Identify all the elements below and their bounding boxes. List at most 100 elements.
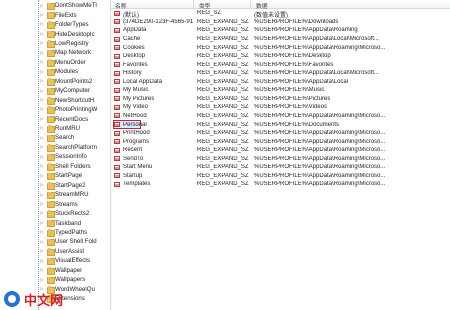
tree-item[interactable]: ▷ MenuOrder	[0, 58, 110, 67]
registry-value-row[interactable]: ab{374DE290-123F-4565-916... REG_EXPAND_S…	[111, 18, 450, 26]
tree-item[interactable]: ▷ SessionInfo	[0, 153, 110, 162]
tree-item[interactable]: ▷ Taskband	[0, 219, 110, 228]
tree-item[interactable]: ▷ FolderTypes	[0, 20, 110, 29]
folder-icon	[47, 68, 55, 77]
value-name: NetHood	[123, 112, 147, 119]
tree-item[interactable]: ▷ HideDesktopIc	[0, 30, 110, 39]
expand-arrow-icon[interactable]: ▷	[40, 98, 44, 102]
expand-arrow-icon[interactable]: ▷	[40, 183, 44, 187]
expand-arrow-icon[interactable]: ▷	[40, 88, 44, 93]
tree-item[interactable]: ▷ PhotoPrintingW	[0, 105, 110, 114]
expand-arrow-icon[interactable]: ▷	[40, 50, 44, 55]
expand-arrow-icon[interactable]: ▷	[40, 41, 44, 45]
registry-value-row[interactable]: ab Recent REG_EXPAND_SZ %USERPROFILE%\AppDa…	[111, 146, 450, 154]
expand-arrow-icon[interactable]: ▷	[40, 201, 44, 206]
expand-arrow-icon[interactable]: ▷	[40, 60, 44, 64]
registry-value-row[interactable]: ab Cookies REG_EXPAND_SZ %USERPROFILE%\AppD…	[111, 44, 450, 52]
registry-value-row[interactable]: ab Startup REG_EXPAND_SZ %USERPROFILE%\AppD…	[111, 172, 450, 180]
value-type: REG_EXPAND_SZ	[197, 181, 249, 188]
tree-item[interactable]: ▷ NewShortcutH	[0, 96, 110, 105]
expand-arrow-icon[interactable]: ▷	[40, 277, 44, 282]
registry-tree-pane[interactable]: ▷ DontShowMeTI ▷ FileExts ▷ FolderTypes ▷ HideD…	[0, 0, 111, 310]
expand-arrow-icon[interactable]: ▷	[40, 258, 44, 263]
expand-arrow-icon[interactable]: ▷	[40, 135, 44, 140]
expand-arrow-icon[interactable]: ▷	[40, 268, 44, 272]
tree-item[interactable]: ▷ RecentDocs	[0, 115, 110, 124]
registry-value-row[interactable]: ab History REG_EXPAND_SZ %USERPROFILE%\AppD…	[111, 69, 450, 77]
registry-value-row[interactable]: ab Personal REG_EXPAND_SZ %USERPROFILE%\Doc…	[111, 120, 450, 129]
value-type: REG_EXPAND_SZ	[197, 53, 249, 60]
tree-item[interactable]: ▷ Streams	[0, 200, 110, 209]
registry-value-row[interactable]: ab (默认) REG_SZ (数值未设置)	[111, 10, 450, 19]
expand-arrow-icon[interactable]: ▷	[40, 192, 44, 197]
value-data: %USERPROFILE%\AppData\Roaming\Microso...	[254, 138, 386, 145]
tree-item[interactable]: ▷ Shell Folders	[0, 162, 110, 171]
folder-icon	[47, 106, 55, 114]
tree-item[interactable]: ▷ Map Network	[0, 49, 110, 58]
value-type: REG_EXPAND_SZ	[197, 172, 249, 179]
value-data: %USERPROFILE%\AppData\Roaming\Microso...	[254, 130, 386, 137]
column-divider[interactable]	[250, 0, 251, 8]
registry-value-row[interactable]: ab Templates REG_EXPAND_SZ %USERPROFILE%\Ap…	[111, 181, 450, 189]
tree-item[interactable]: ▷ StuckRects2	[0, 209, 110, 218]
value-type: REG_EXPAND_SZ	[197, 36, 249, 43]
expand-arrow-icon[interactable]: ▷	[40, 3, 44, 8]
tree-item-label: MenuOrder	[55, 58, 86, 66]
string-value-icon: ab	[114, 27, 120, 33]
registry-value-row[interactable]: ab PrintHood REG_EXPAND_SZ %USERPROFILE%\Ap…	[111, 129, 450, 137]
expand-arrow-icon[interactable]: ▷	[40, 69, 44, 74]
tree-item[interactable]: ▷ Wallpaper	[0, 266, 110, 275]
string-value-icon: ab	[114, 79, 120, 85]
tree-item[interactable]: ▷ StreamMRU	[0, 191, 110, 200]
tree-item[interactable]: ▷ StartPage	[0, 172, 110, 181]
expand-arrow-icon[interactable]: ▷	[40, 107, 44, 111]
tree-item[interactable]: ▷ DontShowMeTI	[0, 2, 110, 11]
value-type: REG_EXPAND_SZ	[197, 44, 249, 51]
registry-value-row[interactable]: ab My Video REG_EXPAND_SZ %USERPROFILE%\Vid…	[111, 104, 450, 112]
expand-arrow-icon[interactable]: ▷	[40, 173, 44, 178]
tree-item[interactable]: ▷ Wallpapers	[0, 276, 110, 285]
tree-item[interactable]: ▷ MyComputer	[0, 87, 110, 96]
expand-arrow-icon[interactable]: ▷	[40, 154, 44, 159]
tree-item-label: MountPoints2	[55, 77, 93, 85]
expand-arrow-icon[interactable]: ▷	[40, 126, 44, 130]
expand-arrow-icon[interactable]: ▷	[40, 116, 44, 121]
registry-values-pane[interactable]: 名称 类型 数据 ab (默认) REG_SZ (数值未设置) ab {374DE290-…	[111, 0, 450, 310]
expand-arrow-icon[interactable]: ▷	[40, 164, 44, 168]
registry-value-row[interactable]: ab My Pictures REG_EXPAND_SZ %USERPROFILE%\…	[111, 95, 450, 103]
expand-arrow-icon[interactable]: ▷	[40, 79, 44, 83]
expand-arrow-icon[interactable]: ▷	[40, 220, 44, 225]
tree-item[interactable]: ▷ FileExts	[0, 11, 110, 20]
tree-item[interactable]: ▷ Search	[0, 134, 110, 143]
expand-arrow-icon[interactable]: ▷	[40, 249, 44, 253]
registry-value-row[interactable]: ab My Music REG_EXPAND_SZ %USERPROFILE%\Mus…	[111, 86, 450, 94]
registry-value-row[interactable]: ab NetHood REG_EXPAND_SZ %USERPROFILE%\AppD…	[111, 112, 450, 120]
expand-arrow-icon[interactable]: ▷	[40, 22, 44, 26]
tree-item[interactable]: ▷ User Shell Fold	[0, 238, 110, 247]
tree-item[interactable]: ▷ StartPage2	[0, 181, 110, 190]
tree-item[interactable]: ▷ LowRegistry	[0, 39, 110, 48]
registry-value-row[interactable]: ab Local AppData REG_EXPAND_SZ %USERPROFILE…	[111, 78, 450, 86]
registry-value-row[interactable]: ab Programs REG_EXPAND_SZ %USERPROFILE%\App…	[111, 138, 450, 146]
registry-value-row[interactable]: ab Desktop REG_EXPAND_SZ %USERPROFILE%\Desk…	[111, 52, 450, 60]
registry-value-row[interactable]: ab SendTo REG_EXPAND_SZ %USERPROFILE%\AppDa…	[111, 155, 450, 163]
expand-arrow-icon[interactable]: ▷	[40, 211, 44, 215]
registry-value-row[interactable]: ab Favorites REG_EXPAND_SZ %USERPROFILE%\Fa…	[111, 61, 450, 69]
expand-arrow-icon[interactable]: ▷	[40, 239, 44, 244]
tree-item[interactable]: ▷ VisualEffects	[0, 257, 110, 266]
tree-item[interactable]: ▷ SearchPlatform	[0, 143, 110, 152]
expand-arrow-icon[interactable]: ▷	[40, 31, 44, 36]
expand-arrow-icon[interactable]: ▷	[40, 230, 44, 234]
tree-item[interactable]: ▷ MountPoints2	[0, 77, 110, 86]
column-divider[interactable]	[193, 0, 194, 8]
registry-value-row[interactable]: ab AppData REG_EXPAND_SZ %USERPROFILE%\AppD…	[111, 27, 450, 35]
registry-value-row[interactable]: ab Cache REG_EXPAND_SZ %USERPROFILE%\AppDat…	[111, 35, 450, 43]
expand-arrow-icon[interactable]: ▷	[40, 145, 44, 149]
registry-value-row[interactable]: ab Start Menu REG_EXPAND_SZ %USERPROFILE%\A…	[111, 163, 450, 171]
expand-arrow-icon[interactable]: ▷	[40, 12, 44, 17]
tree-item[interactable]: ▷ Modules	[0, 68, 110, 77]
tree-item[interactable]: ▷ RunMRU	[0, 124, 110, 133]
string-value-icon: ab	[114, 130, 120, 136]
tree-item[interactable]: ▷ TypedPaths	[0, 228, 110, 237]
tree-item[interactable]: ▷ UserAssist	[0, 247, 110, 256]
